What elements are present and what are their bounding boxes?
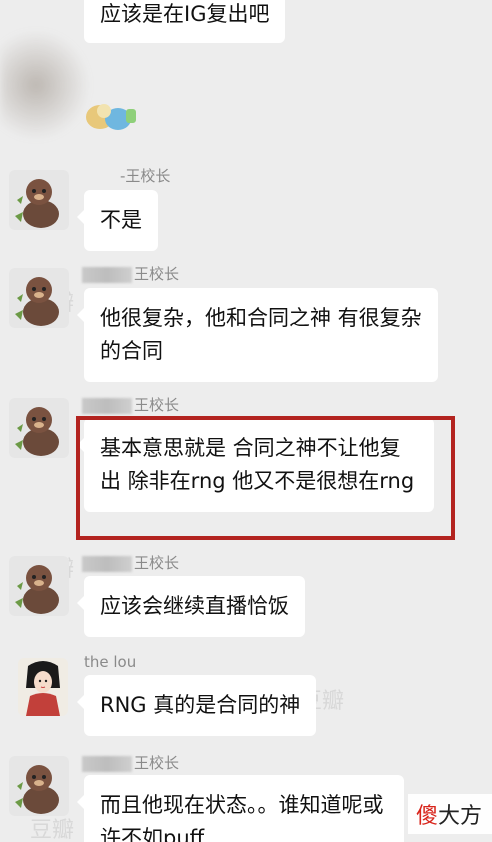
message-text: RNG 真的是合同的神 xyxy=(100,693,301,717)
avatar[interactable] xyxy=(9,268,69,328)
sender-name: 王校长 xyxy=(82,263,179,284)
message-bubble[interactable]: 应该会继续直播恰饭 xyxy=(77,576,305,637)
sender-name: 王校长 xyxy=(82,394,179,415)
sender-label: 王校长 xyxy=(134,396,180,414)
logo-mark: 傻 xyxy=(415,804,438,829)
sender-label: 王校长 xyxy=(134,265,180,283)
avatar[interactable] xyxy=(9,398,69,458)
message-text: 不是 xyxy=(100,208,142,232)
sender-label: 王校长 xyxy=(134,554,180,572)
avatar[interactable] xyxy=(9,170,69,230)
message-bubble[interactable]: 而且他现在状态。。谁知道呢或许不如puff xyxy=(77,775,404,842)
sticker-image[interactable] xyxy=(82,93,140,135)
sender-label: -王校长 xyxy=(120,167,171,185)
avatar[interactable] xyxy=(9,756,69,816)
site-logo: 傻大方 xyxy=(407,794,492,834)
message-bubble[interactable]: 应该是在IG复出吧 xyxy=(84,0,286,43)
redacted-name xyxy=(82,266,132,283)
message-text: 应该是在IG复出吧 xyxy=(100,2,270,26)
redacted-name xyxy=(82,755,132,772)
blurred-avatar-remnant xyxy=(0,30,90,140)
redacted-name xyxy=(82,555,132,572)
message-bubble[interactable]: 他很复杂，他和合同之神 有很复杂的合同 xyxy=(77,288,438,382)
avatar[interactable] xyxy=(9,556,69,616)
redacted-name xyxy=(82,397,132,414)
message-text: 他很复杂，他和合同之神 有很复杂的合同 xyxy=(100,306,422,363)
avatar[interactable] xyxy=(18,658,68,716)
sender-name: 王校长 xyxy=(82,752,179,773)
message-text: 而且他现在状态。。谁知道呢或许不如puff xyxy=(100,793,384,842)
message-text: 应该会继续直播恰饭 xyxy=(100,594,289,618)
chat-view: 豆瓣 豆瓣 豆瓣 豆瓣 豆瓣 应该是在IG复出吧 -王校长 不是 xyxy=(0,0,492,842)
sender-name: -王校长 xyxy=(120,165,170,186)
watermark: 豆瓣 xyxy=(30,818,75,842)
message-text: 基本意思就是 合同之神不让他复出 除非在rng 他又不是很想在rng xyxy=(100,436,415,493)
message-bubble[interactable]: 基本意思就是 合同之神不让他复出 除非在rng 他又不是很想在rng xyxy=(77,418,434,512)
sender-name: the lou xyxy=(84,653,136,671)
sender-label: the lou xyxy=(84,653,137,671)
message-bubble[interactable]: RNG 真的是合同的神 xyxy=(76,675,317,736)
sender-name: 王校长 xyxy=(82,552,179,573)
logo-text: 大方 xyxy=(437,804,482,829)
message-bubble[interactable]: 不是 xyxy=(77,190,158,251)
sender-label: 王校长 xyxy=(134,754,180,772)
